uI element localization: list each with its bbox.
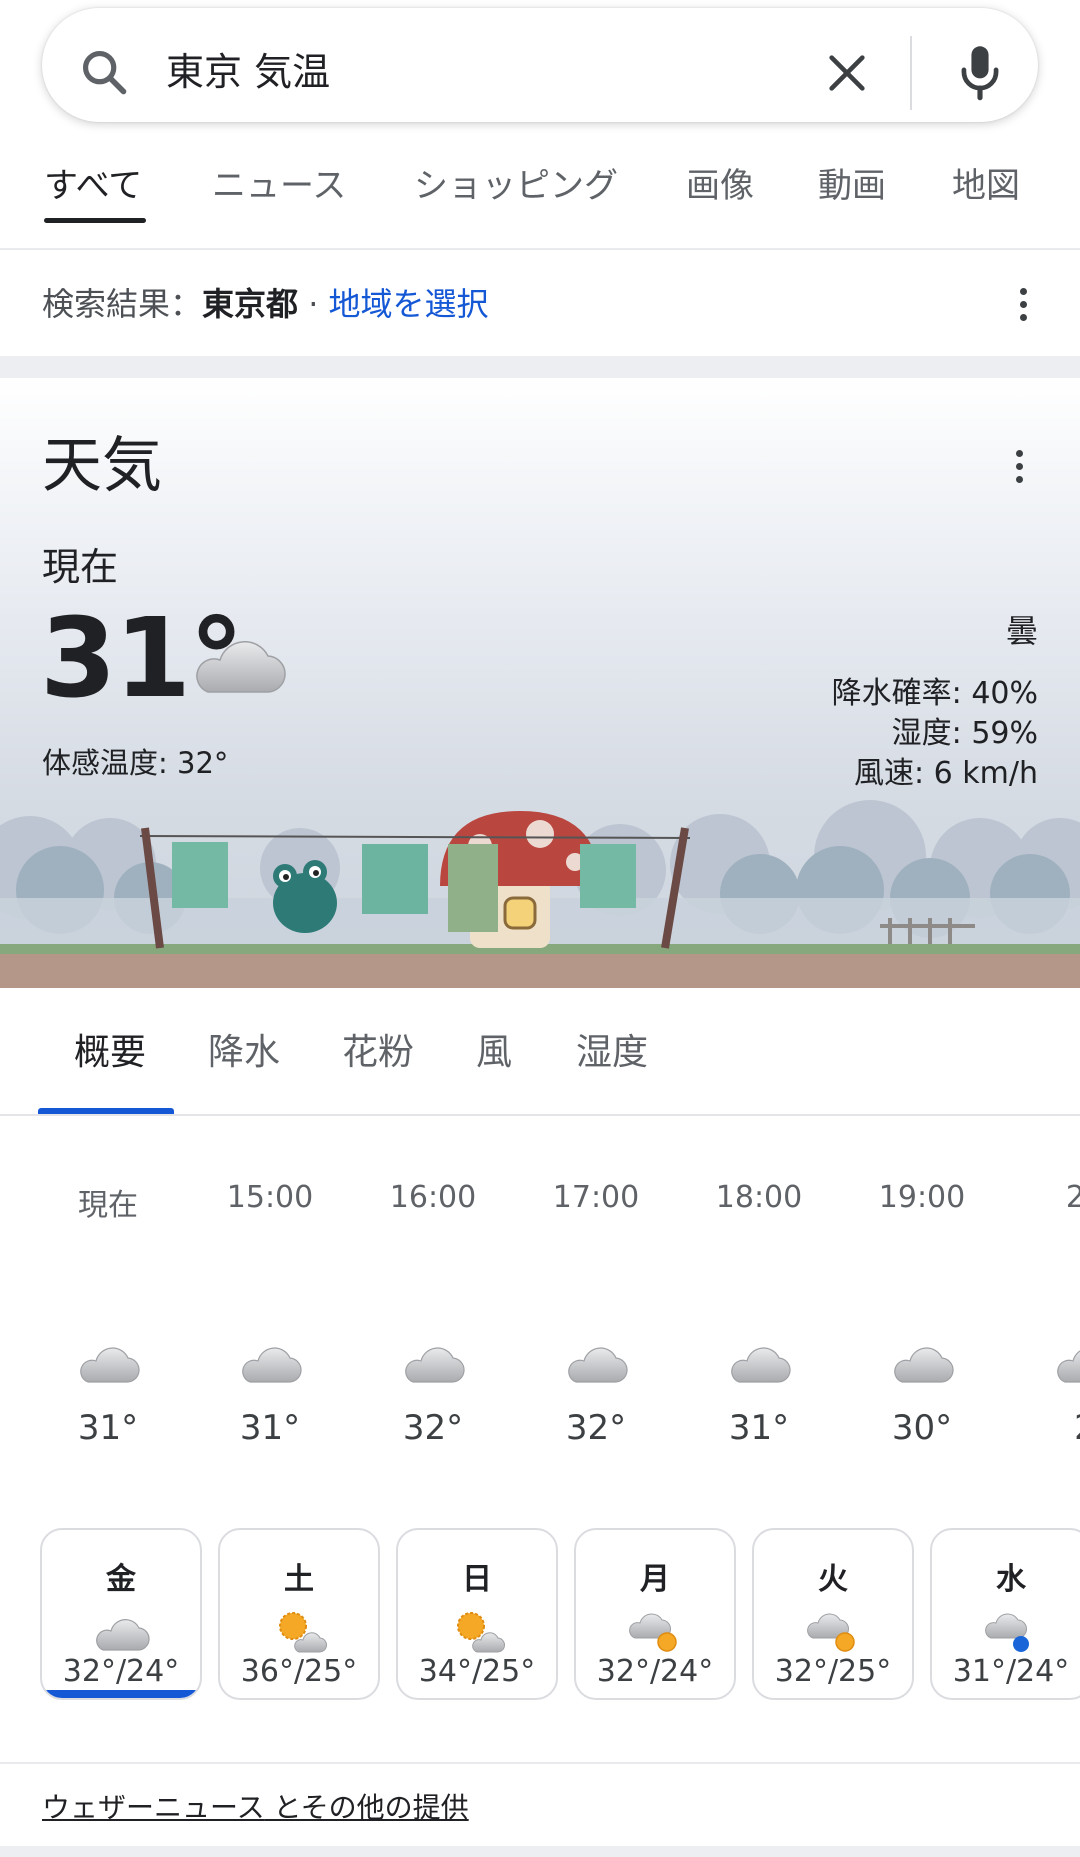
- tab-videos[interactable]: 動画: [818, 164, 886, 208]
- day-name: 土: [284, 1562, 314, 1597]
- active-subtab-indicator: [38, 1108, 174, 1114]
- search-bar[interactable]: 東京 気温: [42, 8, 1038, 122]
- weather-illustration: [0, 800, 1080, 988]
- day-card-friday[interactable]: 金 32°/24°: [40, 1528, 202, 1700]
- subtab-wind[interactable]: 風: [476, 1030, 512, 1076]
- search-tabs: すべて ニュース ショッピング 画像 動画 地図: [0, 150, 1080, 250]
- wind-speed: 風速: 6 km/h: [854, 756, 1038, 791]
- cloud-sun-icon: [629, 1613, 677, 1652]
- search-icon[interactable]: [78, 46, 130, 98]
- cloud-icon: [405, 1347, 465, 1383]
- day-name: 日: [462, 1562, 492, 1597]
- day-temps: 32°/24°: [596, 1654, 714, 1689]
- day-name: 月: [640, 1562, 670, 1597]
- hour-time: 18:00: [715, 1180, 803, 1215]
- sun-cloud-icon: [279, 1612, 327, 1653]
- tab-maps[interactable]: 地図: [952, 164, 1020, 208]
- hour-temp: 31°: [77, 1408, 139, 1448]
- location-separator: ·: [298, 285, 329, 323]
- location-text: 検索結果：東京都 · 地域を選択: [42, 282, 489, 326]
- cloud-icon: [1057, 1350, 1080, 1383]
- subtab-humidity[interactable]: 湿度: [576, 1030, 648, 1076]
- current-label: 現在: [42, 545, 119, 589]
- day-temps: 32°/24°: [62, 1654, 180, 1689]
- day-temps: 36°/25°: [240, 1654, 358, 1689]
- feels-like: 体感温度: 32°: [42, 746, 229, 780]
- hour-temp: 30°: [891, 1408, 953, 1448]
- day-card-sunday[interactable]: 日 34°/25°: [396, 1528, 558, 1700]
- hour-temp: 31°: [239, 1408, 301, 1448]
- day-card-monday[interactable]: 月 32°/24°: [574, 1528, 736, 1700]
- location-row: 検索結果：東京都 · 地域を選択: [0, 252, 1080, 356]
- cloud-icon: [242, 1347, 302, 1383]
- day-temps: 34°/25°: [418, 1654, 536, 1689]
- tab-shopping[interactable]: ショッピング: [414, 164, 618, 208]
- hour-temp: 2: [1005, 1408, 1080, 1448]
- cloud-icon: [80, 1347, 140, 1383]
- cloud-icon: [731, 1347, 791, 1383]
- section-divider: [0, 356, 1080, 378]
- hour-time: 19:00: [878, 1180, 966, 1215]
- cloud-rain-icon: [985, 1613, 1029, 1652]
- weather-title: 天気: [42, 431, 162, 501]
- day-temps: 32°/25°: [774, 1654, 892, 1689]
- day-card-wednesday[interactable]: 水 31°/24°: [930, 1528, 1080, 1700]
- precip-probability: 降水確率: 40%: [831, 676, 1038, 711]
- hour-time: 16:00: [389, 1180, 477, 1215]
- subtab-pollen[interactable]: 花粉: [342, 1030, 414, 1076]
- more-options-icon[interactable]: [1018, 288, 1028, 328]
- hour-time: 17:00: [552, 1180, 640, 1215]
- day-name: 金: [106, 1562, 136, 1597]
- cloud-icon: [96, 1619, 150, 1651]
- day-card-saturday[interactable]: 土 36°/25°: [218, 1528, 380, 1700]
- active-tab-indicator: [44, 218, 146, 223]
- weather-provider-link[interactable]: ウェザーニュース: [42, 1791, 265, 1824]
- subtab-precipitation[interactable]: 降水: [208, 1030, 280, 1076]
- close-icon[interactable]: [824, 50, 870, 96]
- hour-temp: 31°: [728, 1408, 790, 1448]
- weather-card-header: 天気 現在 31° 体感温度: 32° 曇 降水確率: 40% 湿度: 59% …: [0, 378, 1080, 988]
- hour-time: 現在: [78, 1188, 138, 1223]
- location-place: 東京都: [202, 285, 299, 323]
- tab-all[interactable]: すべて: [44, 164, 142, 208]
- search-divider: [910, 36, 912, 110]
- weather-condition: 曇: [1005, 612, 1038, 650]
- search-input[interactable]: 東京 気温: [166, 46, 330, 98]
- section-divider: [0, 1846, 1080, 1857]
- weather-more-options-icon[interactable]: [1014, 450, 1024, 490]
- footer-divider: [0, 1762, 1080, 1764]
- humidity: 湿度: 59%: [891, 716, 1038, 751]
- day-name: 水: [996, 1562, 1026, 1597]
- day-name: 火: [818, 1562, 848, 1597]
- weather-subtabs: 概要 降水 花粉 風 湿度: [0, 988, 1080, 1116]
- day-card-tuesday[interactable]: 火 32°/25°: [752, 1528, 914, 1700]
- subtab-overview[interactable]: 概要: [74, 1030, 146, 1076]
- cloud-sun-icon: [807, 1613, 855, 1652]
- selected-day-indicator: [42, 1690, 200, 1698]
- tab-images[interactable]: 画像: [686, 164, 754, 208]
- microphone-icon[interactable]: [954, 42, 1006, 102]
- hour-time: 20: [1065, 1180, 1080, 1215]
- other-providers-link[interactable]: とその他の提供: [265, 1791, 469, 1824]
- day-temps: 31°/24°: [952, 1654, 1070, 1689]
- cloud-icon: [894, 1347, 954, 1383]
- change-location-link[interactable]: 地域を選択: [329, 285, 489, 323]
- tab-news[interactable]: ニュース: [212, 164, 346, 208]
- cloud-icon: [196, 641, 286, 693]
- location-prefix: 検索結果：: [42, 285, 203, 323]
- weather-attribution: ウェザーニュース とその他の提供: [42, 1786, 469, 1826]
- hour-temp: 32°: [402, 1408, 464, 1448]
- hour-time: 15:00: [226, 1180, 314, 1215]
- cloud-icon: [568, 1347, 628, 1383]
- hour-temp: 32°: [565, 1408, 627, 1448]
- sun-cloud-icon: [457, 1612, 505, 1653]
